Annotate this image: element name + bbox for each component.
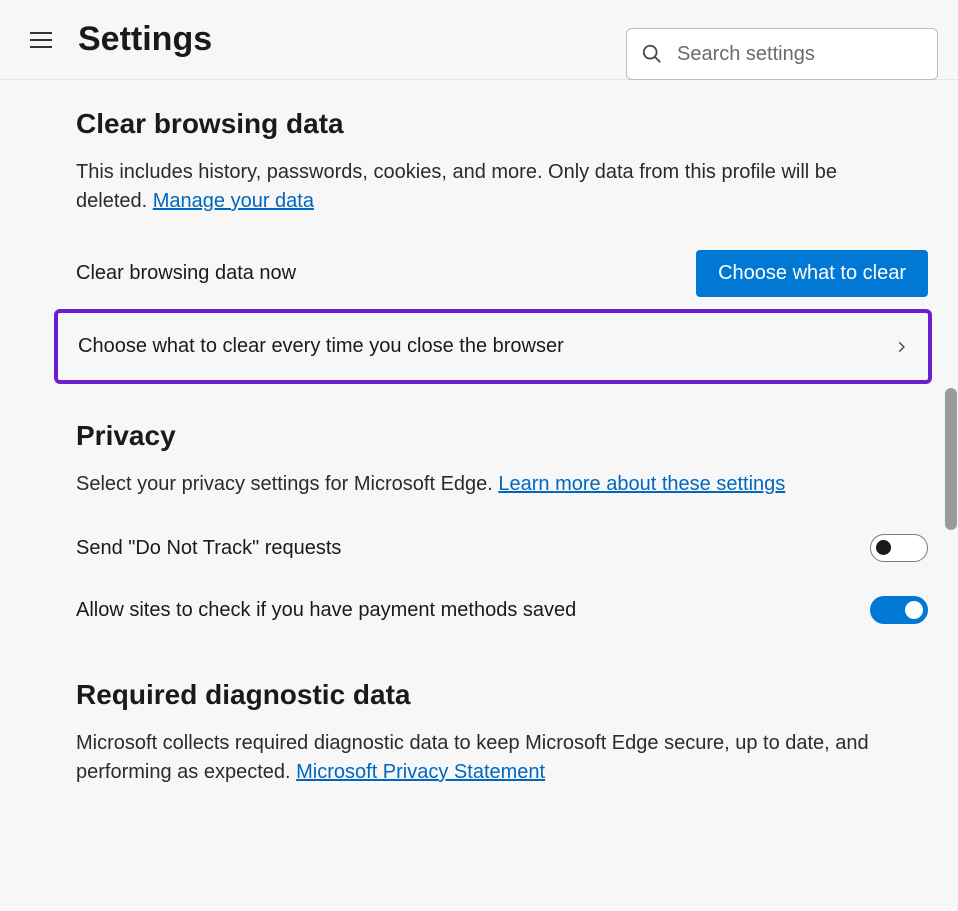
header: Settings: [0, 0, 958, 80]
clear-data-title: Clear browsing data: [76, 108, 928, 140]
clear-now-row: Clear browsing data now Choose what to c…: [76, 240, 928, 307]
manage-your-data-link[interactable]: Manage your data: [153, 190, 314, 212]
clear-now-label: Clear browsing data now: [76, 262, 296, 285]
page-title: Settings: [78, 20, 212, 59]
search-icon: [641, 43, 663, 65]
clear-on-close-row[interactable]: Choose what to clear every time you clos…: [54, 309, 932, 384]
dnt-toggle[interactable]: [870, 534, 928, 562]
scrollbar-thumb[interactable]: [945, 388, 957, 530]
payment-toggle[interactable]: [870, 596, 928, 624]
search-box[interactable]: [626, 28, 938, 80]
dnt-label: Send "Do Not Track" requests: [76, 537, 341, 560]
menu-icon[interactable]: [30, 26, 58, 54]
choose-what-to-clear-button[interactable]: Choose what to clear: [696, 250, 928, 297]
content-area: Clear browsing data This includes histor…: [0, 80, 958, 879]
privacy-statement-link[interactable]: Microsoft Privacy Statement: [296, 761, 545, 783]
privacy-description: Select your privacy settings for Microso…: [76, 470, 896, 499]
clear-on-close-label: Choose what to clear every time you clos…: [78, 335, 564, 358]
diagnostic-title: Required diagnostic data: [76, 679, 928, 711]
scrollbar-track[interactable]: [944, 112, 958, 911]
chevron-right-icon: [894, 340, 908, 354]
dnt-row: Send "Do Not Track" requests: [76, 523, 928, 573]
payment-row: Allow sites to check if you have payment…: [76, 585, 928, 635]
clear-data-description: This includes history, passwords, cookie…: [76, 158, 896, 216]
diagnostic-description: Microsoft collects required diagnostic d…: [76, 729, 896, 787]
payment-label: Allow sites to check if you have payment…: [76, 599, 576, 622]
privacy-learn-more-link[interactable]: Learn more about these settings: [498, 473, 785, 495]
search-input[interactable]: [677, 43, 923, 66]
privacy-title: Privacy: [76, 420, 928, 452]
